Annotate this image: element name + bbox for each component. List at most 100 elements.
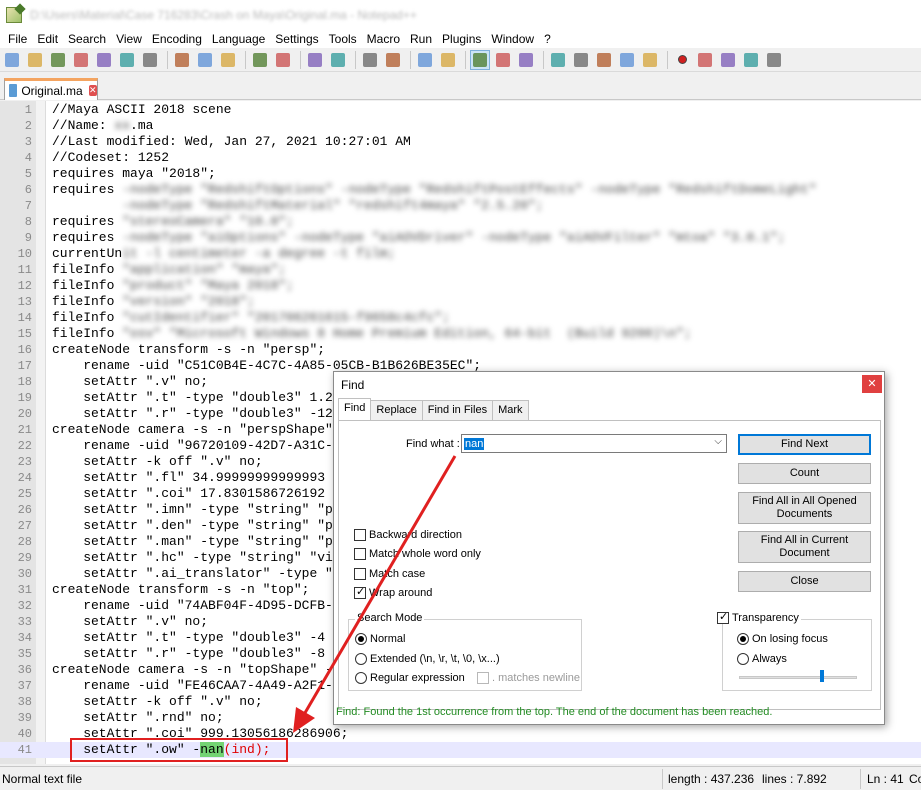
paste-icon[interactable] — [218, 50, 238, 70]
tab-replace[interactable]: Replace — [370, 400, 423, 420]
replace-icon[interactable] — [328, 50, 348, 70]
editor-line[interactable]: 2 //Name: xx.ma — [0, 118, 921, 134]
show-all-chars-icon[interactable] — [493, 50, 513, 70]
sync-horizontal-icon[interactable] — [438, 50, 458, 70]
menu-help[interactable]: ? — [540, 30, 555, 48]
extended-radio[interactable]: Extended (\n, \r, \t, \0, \x...) — [355, 653, 500, 665]
match-case-checkbox[interactable]: Match case — [354, 568, 425, 580]
on-losing-focus-radio[interactable]: On losing focus — [737, 633, 828, 645]
editor-line[interactable]: 8 requires "stereoCamera" "10.0"; — [0, 214, 921, 230]
menu-encoding[interactable]: Encoding — [148, 30, 206, 48]
transparency-checkbox[interactable]: Transparency — [717, 610, 801, 624]
menu-edit[interactable]: Edit — [33, 30, 62, 48]
monitoring-icon[interactable] — [640, 50, 660, 70]
copy-icon[interactable] — [195, 50, 215, 70]
sync-vertical-icon[interactable] — [415, 50, 435, 70]
new-file-icon[interactable] — [2, 50, 22, 70]
menu-search[interactable]: Search — [64, 30, 110, 48]
code-text: fileInfo — [52, 262, 123, 277]
menu-file[interactable]: File — [4, 30, 31, 48]
match-whole-word-checkbox[interactable]: Match whole word only — [354, 548, 481, 560]
tab-close-icon[interactable]: ✕ — [88, 85, 97, 96]
radio-selected — [737, 633, 749, 645]
editor-line[interactable]: 6 requires -nodeType "RedshiftOptions" -n… — [0, 182, 921, 198]
editor-line[interactable]: 15 fileInfo "osv" "Microsoft Windows 8 Ho… — [0, 326, 921, 342]
stop-record-glyph — [698, 52, 712, 67]
menu-run[interactable]: Run — [406, 30, 436, 48]
editor-line[interactable]: 12 fileInfo "product" "Maya 2018"; — [0, 278, 921, 294]
save-macro-icon[interactable] — [764, 50, 784, 70]
toolbar-separator — [245, 50, 246, 69]
cut-icon[interactable] — [172, 50, 192, 70]
zoom-in-icon[interactable] — [360, 50, 380, 70]
close-button[interactable]: Close — [738, 571, 871, 592]
open-file-icon[interactable] — [25, 50, 45, 70]
backward-direction-checkbox[interactable]: Backward direction — [354, 529, 462, 541]
find-icon[interactable] — [305, 50, 325, 70]
editor-line[interactable]: 4 //Codeset: 1252 — [0, 150, 921, 166]
editor-line[interactable]: 10 currentUnit -l centimeter -a degree -t… — [0, 246, 921, 262]
zoom-out-icon[interactable] — [383, 50, 403, 70]
close-icon[interactable] — [94, 50, 114, 70]
dialog-close-button[interactable]: ✕ — [862, 375, 882, 393]
menu-tools[interactable]: Tools — [325, 30, 361, 48]
editor-line[interactable]: 16 createNode transform -s -n "persp"; — [0, 342, 921, 358]
menu-settings[interactable]: Settings — [271, 30, 322, 48]
code-text: requires — [52, 230, 123, 245]
folder-workspace-icon[interactable] — [617, 50, 637, 70]
matches-newline-checkbox[interactable]: . matches newline — [477, 672, 580, 684]
line-text: currentUnit -l centimeter -a degree -t f… — [52, 246, 395, 262]
always-radio[interactable]: Always — [737, 653, 787, 665]
editor-line[interactable]: 14 fileInfo "cutIdentifier" "201706261615… — [0, 310, 921, 326]
run-macro-multiple-icon[interactable] — [741, 50, 761, 70]
editor-line[interactable]: 11 fileInfo "application" "maya"; — [0, 262, 921, 278]
menu-language[interactable]: Language — [208, 30, 269, 48]
indent-guide-icon[interactable] — [516, 50, 536, 70]
tab-original-ma[interactable]: Original.ma ✕ — [4, 78, 98, 100]
editor-line[interactable]: 9 requires -nodeType "aiOptions" -nodeTyp… — [0, 230, 921, 246]
doc-map-icon[interactable] — [571, 50, 591, 70]
count-button[interactable]: Count — [738, 463, 871, 484]
redo-icon[interactable] — [273, 50, 293, 70]
play-macro-icon[interactable] — [718, 50, 738, 70]
find-next-button[interactable]: Find Next — [738, 434, 871, 455]
menu-window[interactable]: Window — [487, 30, 538, 48]
line-number: 30 — [17, 567, 32, 581]
print-icon[interactable] — [140, 50, 160, 70]
radio-label: Extended (\n, \r, \t, \0, \x...) — [370, 653, 500, 665]
editor-line[interactable]: 1 //Maya ASCII 2018 scene — [0, 102, 921, 118]
stop-record-icon[interactable] — [695, 50, 715, 70]
find-all-current-button[interactable]: Find All in Current Document — [738, 531, 871, 563]
find-all-opened-button[interactable]: Find All in All Opened Documents — [738, 492, 871, 524]
normal-radio[interactable]: Normal — [355, 633, 405, 645]
wrap-around-checkbox[interactable]: Wrap around — [354, 585, 432, 599]
checkbox-label: Backward direction — [369, 529, 462, 541]
editor-line[interactable]: 13 fileInfo "version" "2018"; — [0, 294, 921, 310]
save-all-icon[interactable] — [71, 50, 91, 70]
close-all-icon[interactable] — [117, 50, 137, 70]
line-text: createNode transform -s -n "top"; — [52, 582, 309, 598]
editor-line[interactable]: 5 requires maya "2018"; — [0, 166, 921, 182]
editor-line[interactable]: 3 //Last modified: Wed, Jan 27, 2021 10:2… — [0, 134, 921, 150]
line-text: requires -nodeType "RedshiftOptions" -no… — [52, 182, 817, 198]
slider-thumb[interactable] — [820, 670, 824, 682]
tab-find-in-files[interactable]: Find in Files — [421, 400, 494, 420]
regex-radio[interactable]: Regular expression — [355, 672, 465, 684]
menu-plugins[interactable]: Plugins — [438, 30, 485, 48]
find-what-input[interactable]: nan ⌵ — [461, 434, 727, 453]
tab-mark[interactable]: Mark — [492, 400, 529, 420]
record-macro-icon[interactable] — [672, 50, 692, 70]
save-icon[interactable] — [48, 50, 68, 70]
udl-icon[interactable] — [548, 50, 568, 70]
undo-icon[interactable] — [250, 50, 270, 70]
editor-line[interactable]: 7 -nodeType "RedshiftMaterial" "redshift… — [0, 198, 921, 214]
checkbox-label: Match whole word only — [369, 548, 481, 560]
menu-macro[interactable]: Macro — [363, 30, 404, 48]
chevron-down-icon[interactable]: ⌵ — [714, 436, 722, 447]
word-wrap-icon[interactable] — [470, 49, 490, 70]
menu-view[interactable]: View — [112, 30, 146, 48]
code-text: setAttr ".r" -type "double3" -8 — [52, 646, 326, 661]
tab-find[interactable]: Find — [338, 398, 372, 420]
transparency-slider[interactable] — [739, 676, 857, 679]
function-list-icon[interactable] — [594, 50, 614, 70]
